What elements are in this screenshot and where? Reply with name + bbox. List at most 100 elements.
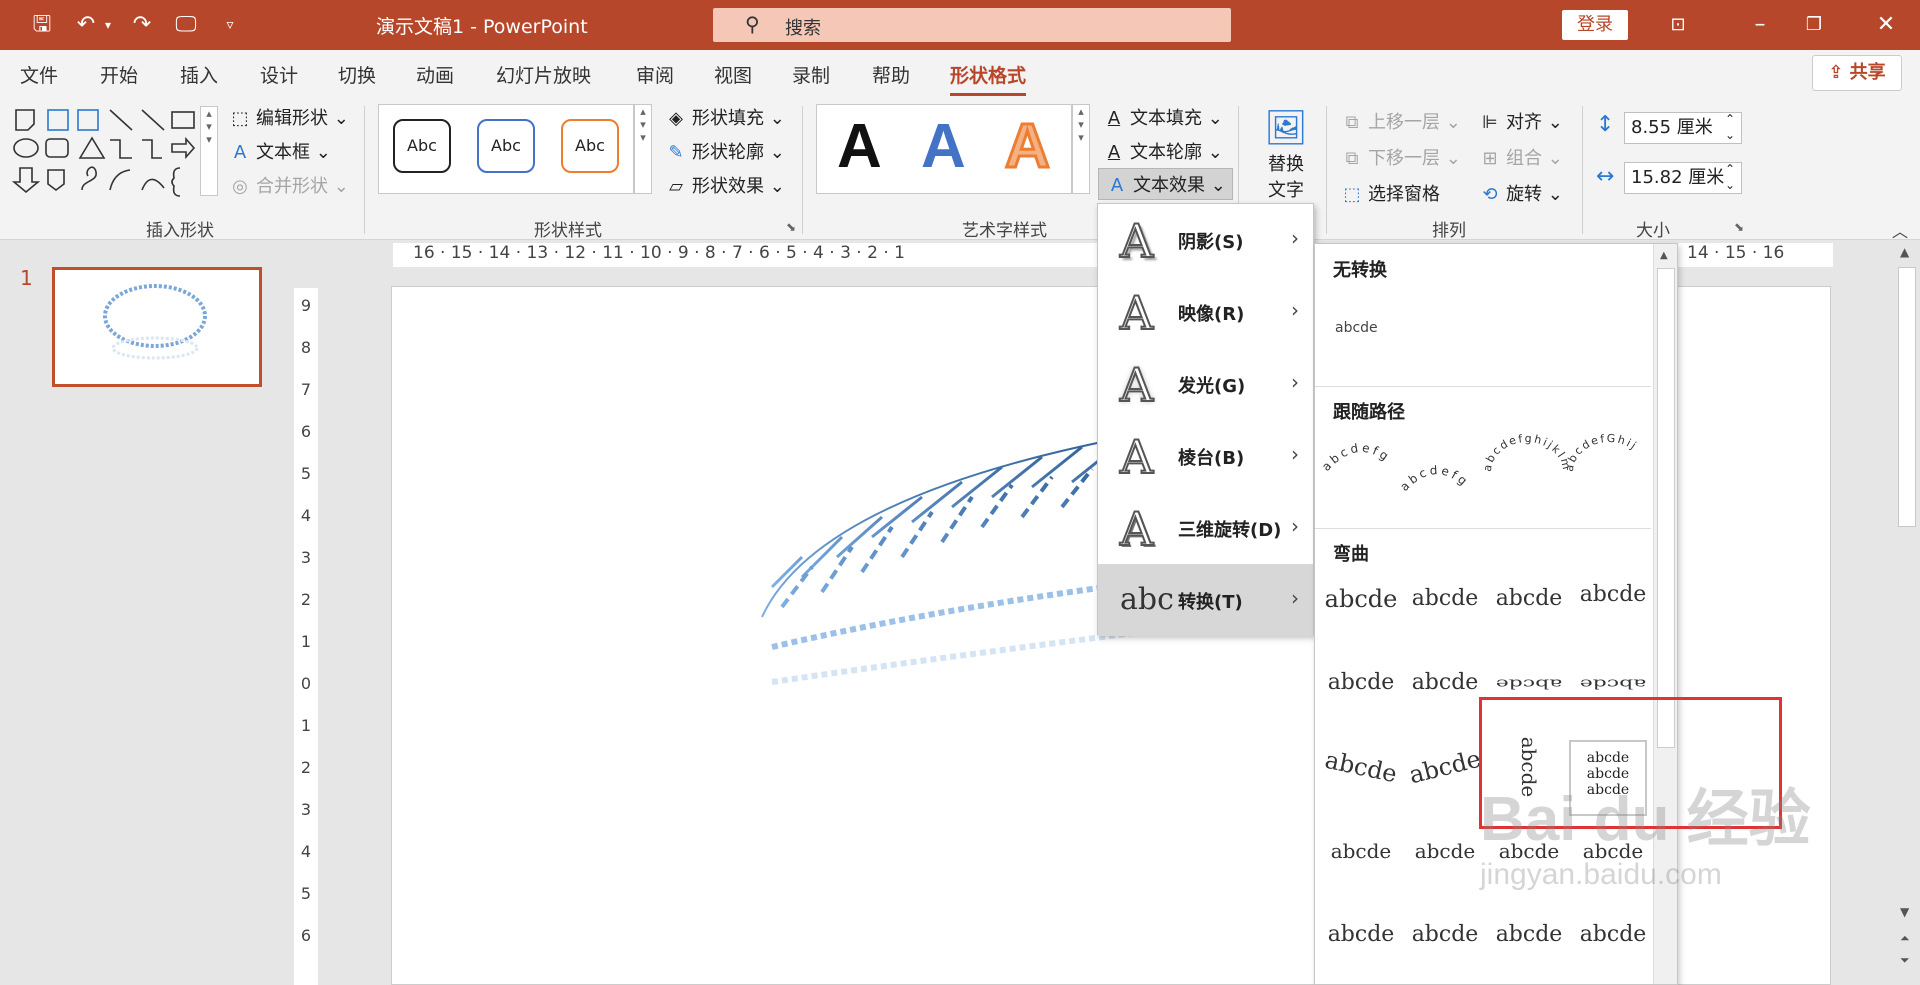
bring-forward-button[interactable]: ⧉ 上移一层 ⌄ <box>1340 108 1461 134</box>
path-arch-down[interactable]: abcdefg <box>1397 463 1472 494</box>
path-button[interactable]: abcdefGhij <box>1563 432 1640 472</box>
warp-option[interactable]: abcde <box>1321 566 1401 632</box>
baidu-watermark: Bai du 经验 jingyan.baidu.com <box>1460 768 1920 908</box>
ribbon-tabs: 文件 开始 插入 设计 切换 动画 幻灯片放映 审阅 视图 录制 帮助 形状格式 <box>0 50 1920 98</box>
share-button[interactable]: ⇪ 共享 <box>1812 55 1902 91</box>
shape-gallery-scroll[interactable]: ▴ ▾ ▾ <box>200 106 218 196</box>
selection-pane-button[interactable]: ⬚ 选择窗格 <box>1340 180 1440 206</box>
scroll-thumb[interactable] <box>1657 268 1675 748</box>
width-spinner-icon[interactable]: ⌃ ⌄ <box>1725 161 1735 193</box>
warp-option[interactable]: abcde <box>1489 566 1569 632</box>
menu-item-shadow[interactable]: A 阴影(S) › <box>1098 204 1313 276</box>
menu-item-reflection[interactable]: A 映像(R) › <box>1098 276 1313 348</box>
paint-bucket-icon: ◈ <box>669 108 683 129</box>
previous-slide-icon[interactable]: ⏶ <box>1900 931 1910 946</box>
shadow-icon: A <box>1119 213 1154 269</box>
warp-option[interactable]: abcde <box>1321 650 1401 716</box>
undo-icon[interactable]: ↶ <box>70 10 102 40</box>
pen-icon: ✎ <box>668 142 684 163</box>
present-icon[interactable]: 🖵 <box>170 10 202 40</box>
redo-icon[interactable]: ↷ <box>126 10 158 40</box>
next-slide-icon[interactable]: ⏷ <box>1900 953 1910 968</box>
path-arch-up[interactable]: abcdefg <box>1321 441 1393 474</box>
warp-option[interactable]: abcde <box>1573 562 1653 628</box>
text-box-button[interactable]: A 文本框 ⌄ <box>228 138 331 164</box>
scroll-thumb[interactable] <box>1898 267 1916 527</box>
merge-shapes-button[interactable]: ◎ 合并形状 ⌄ <box>228 172 349 198</box>
ruler-tick: 1 <box>300 716 312 735</box>
tab-shape-format[interactable]: 形状格式 <box>950 61 1027 96</box>
edit-shape-button[interactable]: ⬚ 编辑形状 ⌄ <box>228 104 348 130</box>
close-icon[interactable]: ✕ <box>1866 8 1906 42</box>
shape-style-preset-3[interactable]: Abc <box>561 119 619 173</box>
tab-help[interactable]: 帮助 <box>872 61 910 88</box>
text-outline-button[interactable]: A 文本轮廓 ⌄ <box>1102 138 1223 164</box>
login-button[interactable]: 登录 <box>1562 10 1628 40</box>
search-box[interactable]: ⚲ 搜索 <box>713 8 1231 42</box>
shape-gallery[interactable] <box>12 106 198 202</box>
watermark-brand: Bai du 经验 <box>1480 785 1811 854</box>
customize-toolbar-icon[interactable]: ▿ <box>214 10 246 40</box>
tab-file[interactable]: 文件 <box>20 61 58 88</box>
wordart-preset-orange[interactable]: A <box>1004 111 1052 183</box>
wordart-gallery[interactable]: A A A <box>816 104 1072 194</box>
shape-outline-button[interactable]: ✎ 形状轮廓 ⌄ <box>664 138 784 164</box>
wordart-preset-black[interactable]: A <box>837 111 882 182</box>
warp-option[interactable]: abcde <box>1315 726 1407 807</box>
shape-style-gallery[interactable]: Abc Abc Abc <box>378 104 634 194</box>
send-backward-button[interactable]: ⧉ 下移一层 ⌄ <box>1340 144 1461 170</box>
tab-home[interactable]: 开始 <box>100 61 138 88</box>
warp-option[interactable]: abcde <box>1489 902 1569 968</box>
align-button[interactable]: ⊫ 对齐 ⌄ <box>1478 108 1563 134</box>
shape-effects-button[interactable]: ▱ 形状效果 ⌄ <box>664 172 785 198</box>
no-transform-option[interactable]: abcde <box>1335 320 1378 336</box>
restore-icon[interactable]: ❐ <box>1794 8 1834 42</box>
slide-thumbnail[interactable] <box>52 267 262 387</box>
menu-item-3d-rotation[interactable]: A 三维旋转(D) › <box>1098 492 1313 564</box>
height-spinner-icon[interactable]: ⌃ ⌄ <box>1725 111 1735 143</box>
shape-width-input[interactable]: 15.82 厘米 ⌃ ⌄ <box>1624 162 1742 194</box>
shape-fill-button[interactable]: ◈ 形状填充 ⌄ <box>664 104 785 130</box>
warp-option[interactable]: abcde <box>1405 902 1485 968</box>
warp-option[interactable]: abcde <box>1321 902 1401 968</box>
tab-record[interactable]: 录制 <box>792 61 830 88</box>
shape-height-input[interactable]: 8.55 厘米 ⌃ ⌄ <box>1624 112 1742 144</box>
menu-item-transform[interactable]: abc 转换(T) › <box>1098 564 1313 636</box>
text-effects-button[interactable]: A 文本效果 ⌄ <box>1098 168 1233 200</box>
tab-view[interactable]: 视图 <box>714 61 752 88</box>
tab-animations[interactable]: 动画 <box>416 61 454 88</box>
minimize-icon[interactable]: – <box>1740 8 1780 42</box>
menu-item-bevel[interactable]: A 棱台(B) › <box>1098 420 1313 492</box>
shape-style-scroll[interactable]: ▴ ▾ ▾ <box>634 104 652 194</box>
warp-option[interactable]: abcde <box>1405 566 1485 632</box>
tab-review[interactable]: 审阅 <box>636 61 674 88</box>
undo-dropdown-icon[interactable]: ▾ <box>100 10 116 40</box>
menu-item-glow[interactable]: A 发光(G) › <box>1098 348 1313 420</box>
warp-option[interactable]: abcde <box>1573 902 1653 968</box>
ruler-tick: 4 <box>300 842 312 861</box>
warp-option[interactable]: abcde <box>1405 650 1485 716</box>
dialog-launcher-icon[interactable]: ⬊ <box>786 220 796 234</box>
shape-style-preset-2[interactable]: Abc <box>477 119 535 173</box>
text-fill-button[interactable]: A 文本填充 ⌄ <box>1102 104 1223 130</box>
save-icon[interactable]: 🖫 <box>26 10 58 40</box>
follow-path-options[interactable]: abcdefg abcdefg abcdefghijklm abcdefGhij <box>1321 432 1651 512</box>
path-circle[interactable]: abcdefghijklm <box>1481 432 1574 473</box>
shape-style-preset-1[interactable]: Abc <box>393 119 451 173</box>
tab-insert[interactable]: 插入 <box>180 61 218 88</box>
tab-slideshow[interactable]: 幻灯片放映 <box>496 61 591 88</box>
rotate-icon: ⟲ <box>1482 184 1498 205</box>
rotate-button[interactable]: ⟲ 旋转 ⌄ <box>1478 180 1562 206</box>
tab-transitions[interactable]: 切换 <box>338 61 376 88</box>
wordart-gallery-scroll[interactable]: ▴ ▾ ▾ <box>1072 104 1090 194</box>
collapse-ribbon-icon[interactable]: ︿ <box>1892 218 1908 242</box>
ribbon-display-icon[interactable]: ⊡ <box>1658 8 1698 42</box>
scroll-up-icon[interactable]: ▲ <box>1660 250 1668 261</box>
group-button[interactable]: ⊞ 组合 ⌄ <box>1478 144 1562 170</box>
tab-design[interactable]: 设计 <box>260 61 298 88</box>
scroll-up-icon[interactable]: ▲ <box>1900 245 1909 259</box>
alt-text-button[interactable]: 🖼 替换 文字 <box>1254 106 1318 206</box>
wordart-preset-blue[interactable]: A <box>921 111 966 182</box>
dialog-launcher-icon[interactable]: ⬊ <box>1734 220 1744 234</box>
warp-option[interactable]: abcde <box>1321 818 1401 884</box>
